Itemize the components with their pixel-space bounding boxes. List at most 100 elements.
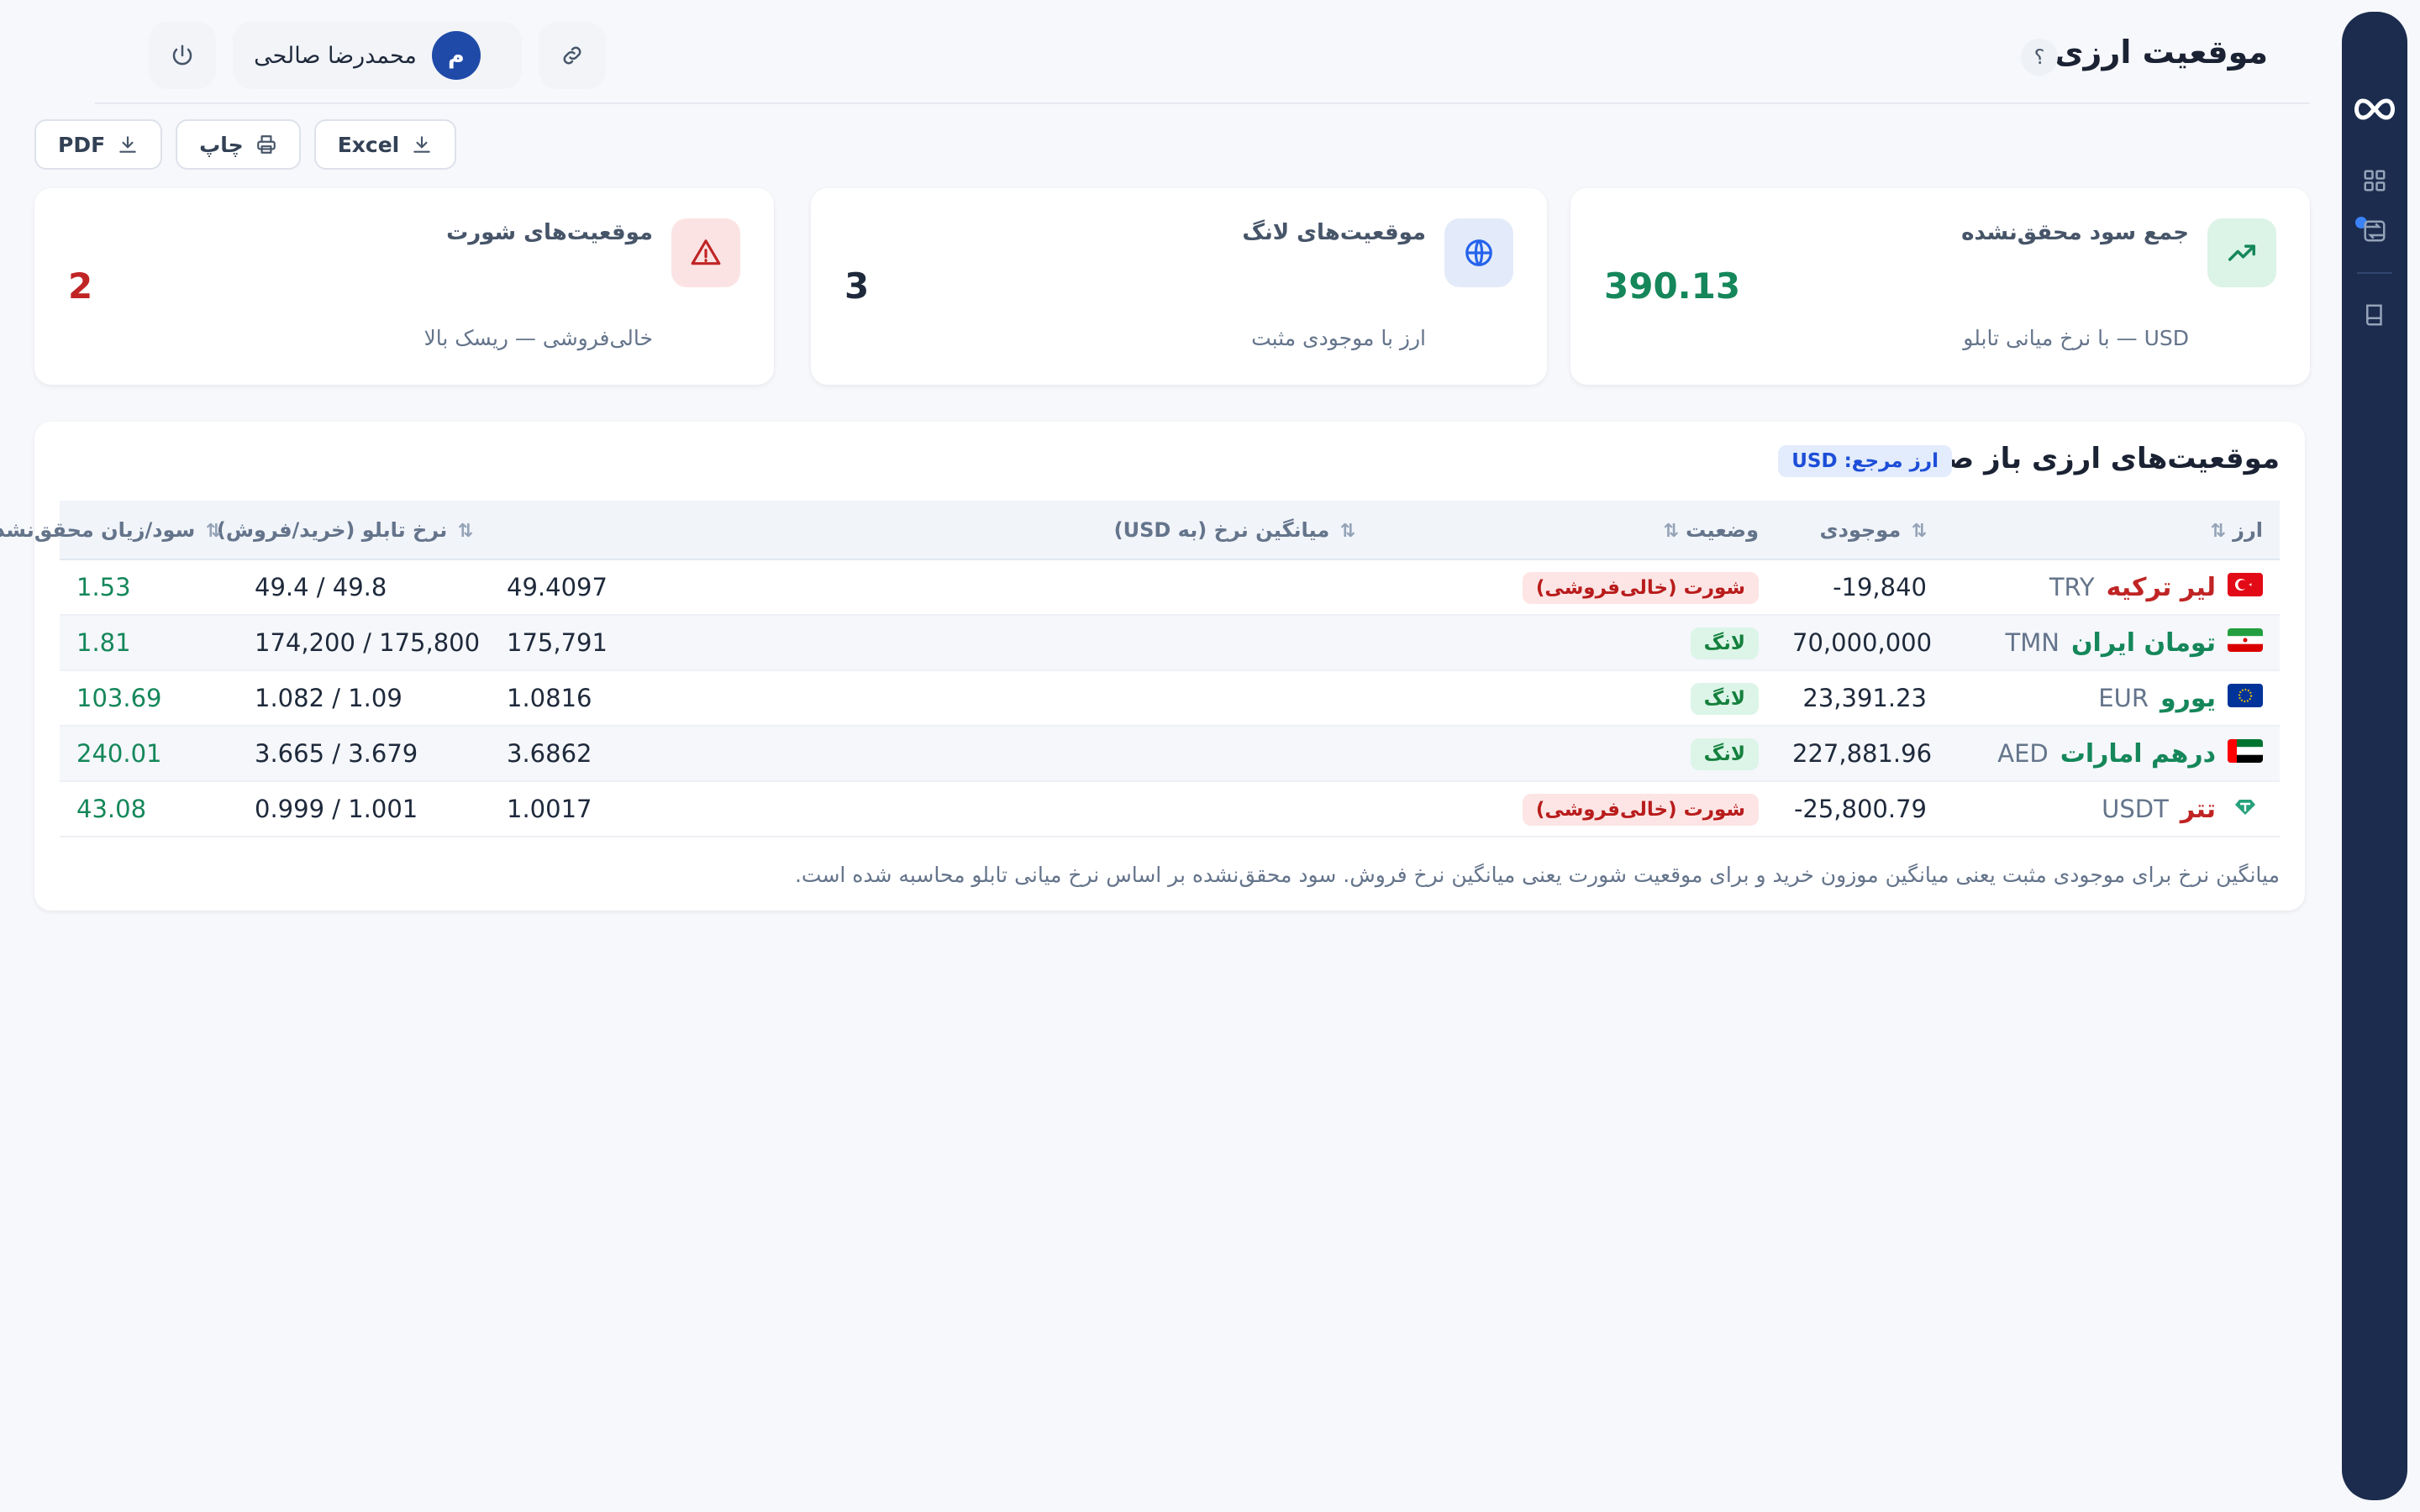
cell-currency: لیر ترکیه TRY	[1944, 559, 2281, 615]
cell-balance: ‎-25,800.79	[1794, 795, 1928, 823]
book-icon[interactable]	[2363, 302, 2388, 328]
tether-icon	[2228, 795, 2264, 824]
table-row[interactable]: لیر ترکیه TRY ‎-19,840 شورت (خالی‌فروشی) 49.…	[60, 559, 2281, 615]
cell-currency: یورو EUR	[1944, 670, 2281, 726]
avatar: م	[432, 31, 481, 80]
cell-balance: 23,391.23	[1803, 684, 1928, 712]
exchange-icon[interactable]	[2363, 218, 2388, 244]
infinity-logo-icon[interactable]	[2352, 92, 2399, 126]
currency-code: USDT	[2102, 795, 2170, 823]
sort-icon: ⇅	[458, 520, 474, 542]
table-row[interactable]: تومان ایران TMN 70,000,000 لانگ 175,791 174,2…	[60, 615, 2281, 670]
column-header-balance[interactable]: ⇅ موجودی	[1776, 501, 1944, 559]
currency-name: یورو	[2161, 683, 2217, 713]
cell-pnl: 43.08	[77, 795, 148, 823]
table-header-row: ارز ⇅ ⇅ موجودی وضعیت ⇅ ⇅ میانگین نرخ (به…	[0, 501, 2281, 559]
card-subtitle: ارز با موجودی مثبت	[1252, 326, 1427, 350]
card-value: 390.13	[1605, 265, 1742, 307]
logout-button[interactable]	[150, 22, 217, 89]
cell-board-rate: 49.4 / 49.8	[255, 573, 388, 601]
table-row[interactable]: درهم امارات AED 227,881.96 لانگ 3.6862 3.665 …	[60, 726, 2281, 781]
uae-flag	[2228, 738, 2264, 769]
status-badge: لانگ	[1691, 682, 1760, 715]
top-header: موقعیت ارزی ؟ م محمدرضا صالحی	[96, 0, 2311, 104]
cell-board-rate: 174,200 / 175,800	[255, 628, 481, 657]
rail-divider	[2358, 272, 2393, 274]
cell-status: شورت (خالی‌فروشی)	[1373, 781, 1776, 837]
table-footnote: میانگین نرخ برای موجودی مثبت یعنی میانگی…	[795, 863, 2281, 887]
cell-pnl: 103.69	[77, 684, 163, 712]
iran-flag	[2228, 627, 2264, 658]
side-rail	[2343, 12, 2408, 1500]
link-button[interactable]	[539, 22, 607, 89]
long-positions-card: موقعیت‌های لانگ 3 ارز با موجودی مثبت	[812, 188, 1548, 385]
print-button[interactable]: چاپ	[176, 119, 302, 170]
user-chip[interactable]: م محمدرضا صالحی	[234, 22, 502, 89]
sort-icon: ⇅	[1912, 520, 1928, 542]
cell-status: لانگ	[1373, 670, 1776, 726]
cell-pnl: 1.81	[77, 628, 132, 657]
dashboard-grid-icon[interactable]	[2363, 168, 2388, 193]
table-row[interactable]: تتر USDT ‎-25,800.79 شورت (خالی‌فروشی) 1.001…	[60, 781, 2281, 837]
excel-label: Excel	[338, 132, 401, 157]
column-header-avg-rate[interactable]: ⇅ میانگین نرخ (به USD)	[491, 501, 1373, 559]
eu-flag	[2228, 683, 2264, 713]
excel-export-button[interactable]: Excel	[314, 119, 458, 170]
currency-code: EUR	[2099, 684, 2149, 712]
cell-currency: تتر USDT	[1944, 781, 2281, 837]
column-header-status[interactable]: وضعیت ⇅	[1373, 501, 1776, 559]
cell-avg-rate: 1.0816	[508, 684, 593, 712]
power-icon	[173, 45, 193, 66]
cell-board-rate: 3.665 / 3.679	[255, 739, 419, 768]
card-title: موقعیت‌های شورت	[447, 220, 654, 245]
reference-currency-badge: ارز مرجع: USD	[1779, 445, 1953, 477]
status-badge: شورت (خالی‌فروشی)	[1523, 571, 1760, 604]
card-value: 2	[69, 265, 94, 307]
cell-board-rate: 0.999 / 1.001	[255, 795, 419, 823]
cell-board-rate: 1.082 / 1.09	[255, 684, 403, 712]
help-button[interactable]: ؟	[2022, 39, 2059, 76]
status-badge: شورت (خالی‌فروشی)	[1523, 793, 1760, 826]
sort-icon: ⇅	[1340, 520, 1356, 542]
unrealized-profit-card: جمع سود محقق‌نشده 390.13 USD — با نرخ می…	[1571, 188, 2311, 385]
card-value: 3	[845, 265, 871, 307]
card-subtitle: خالی‌فروشی — ریسک بالا	[424, 326, 654, 350]
sort-icon: ⇅	[206, 520, 222, 542]
cell-balance: 227,881.96	[1793, 739, 1933, 768]
print-label: چاپ	[200, 132, 245, 157]
currency-name: تتر	[2181, 794, 2217, 824]
currency-name: لیر ترکیه	[2107, 572, 2217, 602]
positions-table-card: موقعیت‌های ارزی باز صرافی ارز مرجع: USD …	[0, 422, 2306, 911]
trending-up-icon	[2208, 218, 2277, 287]
currency-code: TRY	[2049, 573, 2096, 601]
cell-status: لانگ	[1373, 615, 1776, 670]
cell-currency: درهم امارات AED	[1944, 726, 2281, 781]
pdf-export-button[interactable]: PDF	[35, 119, 164, 170]
sort-icon: ⇅	[1664, 520, 1680, 542]
card-subtitle: USD — با نرخ میانی تابلو	[1964, 326, 2190, 350]
column-header-currency[interactable]: ارز ⇅	[1944, 501, 2281, 559]
cell-balance: 70,000,000	[1793, 628, 1933, 657]
cell-status: شورت (خالی‌فروشی)	[1373, 559, 1776, 615]
currency-name: درهم امارات	[2060, 738, 2217, 769]
cell-balance: ‎-19,840	[1833, 573, 1928, 601]
card-title: موقعیت‌های لانگ	[1243, 220, 1427, 245]
sort-icon: ⇅	[2211, 520, 2227, 542]
warning-icon	[672, 218, 741, 287]
table-row[interactable]: یورو EUR 23,391.23 لانگ 1.0816 1.082 / 1.09 10…	[60, 670, 2281, 726]
link-icon	[564, 46, 582, 65]
cell-avg-rate: 49.4097	[508, 573, 608, 601]
page-title: موقعیت ارزی	[2054, 34, 2269, 71]
user-name: محمدرضا صالحی	[255, 42, 418, 69]
column-header-board-rate[interactable]: ⇅ نرخ تابلو (خرید/فروش)	[218, 501, 491, 559]
download-icon	[414, 136, 431, 153]
column-header-pnl[interactable]: ⇅ سود/زیان محقق‌نشده	[0, 501, 239, 559]
short-positions-card: موقعیت‌های شورت 2 خالی‌فروشی — ریسک بالا	[35, 188, 775, 385]
turkey-flag	[2228, 572, 2264, 602]
pdf-label: PDF	[59, 132, 107, 157]
cell-currency: تومان ایران TMN	[1944, 615, 2281, 670]
cell-avg-rate: 175,791	[508, 628, 608, 657]
currency-code: AED	[1998, 739, 2049, 768]
status-badge: لانگ	[1691, 738, 1760, 770]
download-icon	[120, 136, 137, 153]
